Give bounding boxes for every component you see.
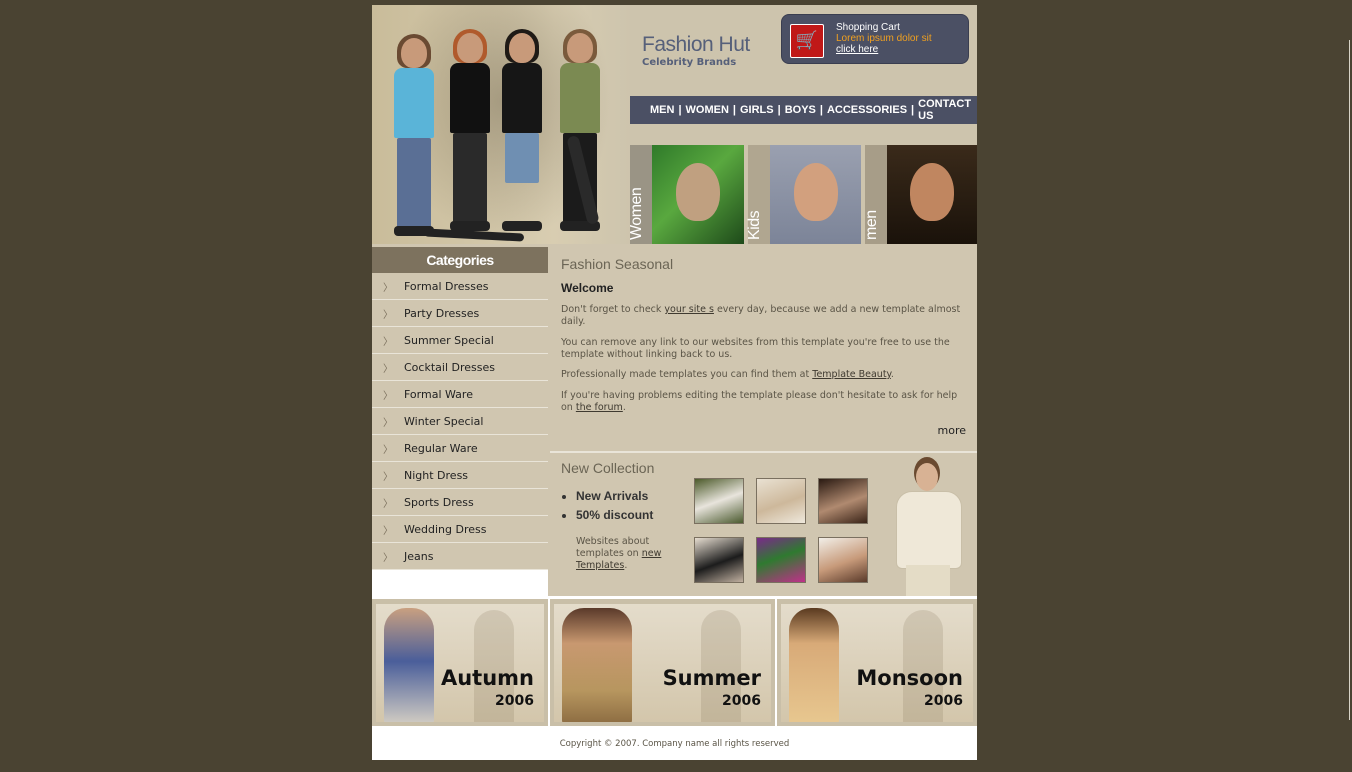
banner-label-women: Women: [628, 145, 652, 244]
nav-men[interactable]: MEN: [650, 104, 674, 116]
cart-click-here-link[interactable]: click here: [836, 44, 878, 55]
paragraph: Don't forget to check your site s every …: [561, 304, 961, 327]
banner-kids[interactable]: [770, 145, 861, 244]
section-title: Fashion Seasonal: [561, 256, 674, 272]
category-item[interactable]: 〉 Sports Dress: [372, 489, 548, 516]
season-card-summer[interactable]: Summer 2006: [550, 599, 775, 726]
more-link[interactable]: more: [938, 424, 967, 437]
bullet-item: 50% discount: [576, 508, 653, 522]
nav-separator: |: [911, 104, 915, 116]
banner-men[interactable]: [887, 145, 977, 244]
nav-girls[interactable]: GIRLS: [740, 104, 774, 116]
category-item[interactable]: 〉 Jeans: [372, 543, 548, 570]
shopping-cart-box: 🛒 Shopping Cart Lorem ipsum dolor sit cl…: [781, 14, 969, 64]
chevron-right-icon: 〉: [383, 525, 393, 537]
hero-image: [372, 5, 632, 244]
banner-label-men: men: [863, 145, 887, 244]
nav-women[interactable]: WOMEN: [686, 104, 729, 116]
chevron-right-icon: 〉: [383, 471, 393, 483]
category-list: 〉 Formal Dresses 〉 Party Dresses 〉 Summer S…: [372, 273, 548, 570]
hero-person: [552, 29, 608, 238]
paragraph: Professionally made templates you can fi…: [561, 369, 894, 380]
main-nav: MEN | WOMEN | GIRLS | BOYS | ACCESSORIES…: [630, 96, 977, 124]
chevron-right-icon: 〉: [383, 282, 393, 294]
hero-person: [494, 29, 550, 238]
nav-contact-us[interactable]: CONTACT US: [918, 98, 977, 122]
cart-description: Lorem ipsum dolor sit: [836, 33, 932, 44]
season-name: Summer: [662, 666, 761, 690]
chevron-right-icon: 〉: [383, 498, 393, 510]
chevron-right-icon: 〉: [383, 390, 393, 402]
category-item[interactable]: 〉 Party Dresses: [372, 300, 548, 327]
paragraph: You can remove any link to our websites …: [561, 337, 950, 360]
season-name: Monsoon: [856, 666, 963, 690]
category-item[interactable]: 〉 Regular Ware: [372, 435, 548, 462]
the-forum-link[interactable]: the forum: [576, 402, 623, 413]
model-image: [882, 453, 977, 596]
nav-separator: |: [819, 104, 823, 116]
category-item[interactable]: 〉 Winter Special: [372, 408, 548, 435]
new-collection: New Collection New Arrivals 50% discount…: [550, 453, 977, 596]
model-figure: [562, 608, 632, 722]
product-thumbnail[interactable]: [756, 478, 806, 524]
model-figure: [789, 608, 839, 722]
hero-person: [386, 34, 442, 238]
product-thumbnail[interactable]: [818, 537, 868, 583]
chevron-right-icon: 〉: [383, 336, 393, 348]
welcome-heading: Welcome: [561, 281, 614, 295]
season-name: Autumn: [440, 666, 534, 690]
template-beauty-link[interactable]: Template Beauty: [812, 369, 891, 380]
nav-boys[interactable]: BOYS: [785, 104, 816, 116]
main-content: Fashion Seasonal Welcome Don't forget to…: [550, 247, 977, 451]
cart-title: Shopping Cart: [836, 22, 900, 33]
scrollbar-line: [1349, 40, 1350, 720]
footer-copyright: Copyright © 2007. Company name all right…: [372, 729, 977, 760]
nav-separator: |: [678, 104, 682, 116]
chevron-right-icon: 〉: [383, 552, 393, 564]
collection-note: Websites about templates on new Template…: [576, 536, 662, 571]
product-thumbnail[interactable]: [756, 537, 806, 583]
nav-separator: |: [732, 104, 736, 116]
site-title: Fashion Hut: [642, 33, 750, 56]
nav-separator: |: [777, 104, 781, 116]
sidebar: Categories 〉 Formal Dresses 〉 Party Dresse…: [372, 247, 548, 596]
banner-women[interactable]: [652, 145, 744, 244]
shopping-cart-icon[interactable]: 🛒: [790, 24, 824, 58]
bullet-item: New Arrivals: [576, 489, 653, 503]
collection-title: New Collection: [561, 460, 655, 476]
nav-accessories[interactable]: ACCESSORIES: [827, 104, 907, 116]
category-item[interactable]: 〉 Wedding Dress: [372, 516, 548, 543]
product-thumbnail[interactable]: [818, 478, 868, 524]
category-item[interactable]: 〉 Cocktail Dresses: [372, 354, 548, 381]
category-item[interactable]: 〉 Night Dress: [372, 462, 548, 489]
season-year: 2006: [924, 693, 963, 709]
season-year: 2006: [722, 693, 761, 709]
product-gallery: [694, 473, 872, 583]
season-row: Autumn 2006 Summer 2006 Monsoon 2006: [372, 596, 977, 729]
banner-label-kids: Kids: [746, 145, 770, 244]
category-item[interactable]: 〉 Formal Dresses: [372, 273, 548, 300]
header: Fashion Hut Celebrity Brands 🛒 Shopping …: [372, 5, 977, 244]
paragraph: If you're having problems editing the te…: [561, 390, 958, 413]
hero-person: [442, 29, 498, 238]
season-card-autumn[interactable]: Autumn 2006: [372, 599, 548, 726]
chevron-right-icon: 〉: [383, 309, 393, 321]
category-item[interactable]: 〉 Summer Special: [372, 327, 548, 354]
category-banners: Women Kids men: [628, 145, 977, 244]
categories-heading: Categories: [372, 247, 548, 273]
season-card-monsoon[interactable]: Monsoon 2006: [777, 599, 977, 726]
category-item[interactable]: 〉 Formal Ware: [372, 381, 548, 408]
page-container: Fashion Hut Celebrity Brands 🛒 Shopping …: [372, 5, 977, 760]
season-year: 2006: [495, 693, 534, 709]
chevron-right-icon: 〉: [383, 444, 393, 456]
product-thumbnail[interactable]: [694, 537, 744, 583]
collection-bullets: New Arrivals 50% discount: [562, 489, 653, 527]
chevron-right-icon: 〉: [383, 363, 393, 375]
your-site-link[interactable]: your site s: [664, 304, 714, 315]
model-figure: [384, 608, 434, 722]
site-subtitle: Celebrity Brands: [642, 57, 737, 68]
product-thumbnail[interactable]: [694, 478, 744, 524]
chevron-right-icon: 〉: [383, 417, 393, 429]
